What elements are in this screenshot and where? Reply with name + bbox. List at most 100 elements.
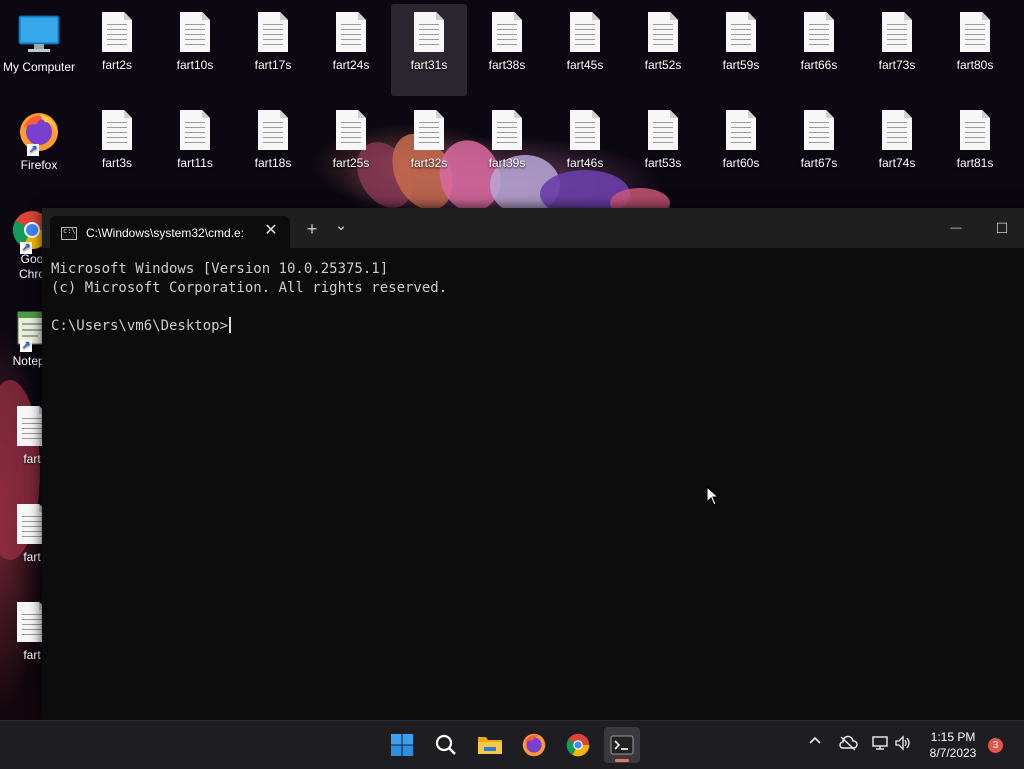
file-icon — [875, 108, 919, 152]
icon-label: fart — [23, 452, 41, 466]
console-line: (c) Microsoft Corporation. All rights re… — [51, 280, 448, 296]
chevron-up-icon — [809, 736, 821, 744]
desktop-file-icon[interactable]: fart18s — [235, 102, 311, 194]
new-tab-button[interactable]: + — [300, 218, 324, 240]
icon-label: Firefox — [20, 158, 58, 172]
icon-label: fart17s — [254, 58, 292, 72]
file-icon — [173, 10, 217, 54]
desktop-file-icon[interactable]: fart45s — [547, 4, 623, 96]
file-icon — [329, 10, 373, 54]
tab-close-button[interactable]: ✕ — [260, 220, 282, 242]
search-button[interactable] — [428, 727, 464, 763]
volume-button[interactable] — [894, 735, 912, 754]
icon-label: fart24s — [332, 58, 370, 72]
icon-label: fart18s — [254, 156, 292, 170]
start-button[interactable] — [384, 727, 420, 763]
desktop-file-icon[interactable]: fart80s — [937, 4, 1013, 96]
desktop-file-icon[interactable]: fart46s — [547, 102, 623, 194]
file-explorer-button[interactable] — [472, 727, 508, 763]
icon-label: fart32s — [410, 156, 448, 170]
desktop-file-icon[interactable]: fart60s — [703, 102, 779, 194]
desktop-file-icon[interactable]: fart25s — [313, 102, 389, 194]
firefox-shortcut[interactable]: ↗ Firefox — [1, 104, 77, 196]
text-cursor — [229, 317, 232, 333]
chrome-icon — [566, 733, 590, 757]
clock-date: 8/7/2023 — [929, 746, 977, 760]
icon-label: fart66s — [800, 58, 838, 72]
my-computer-shortcut[interactable]: My Computer — [1, 6, 77, 98]
file-icon — [719, 10, 763, 54]
desktop-file-icon[interactable]: fart39s — [469, 102, 545, 194]
icon-label: fart3s — [101, 156, 132, 170]
file-icon — [563, 108, 607, 152]
desktop-file-icon[interactable]: fart67s — [781, 102, 857, 194]
active-app-indicator — [615, 759, 629, 762]
file-icon — [251, 10, 295, 54]
file-icon — [953, 10, 997, 54]
file-icon — [485, 108, 529, 152]
terminal-taskbar-button[interactable] — [604, 727, 640, 763]
shortcut-arrow-icon: ↗ — [20, 340, 32, 352]
desktop-file-icon[interactable]: fart38s — [469, 4, 545, 96]
file-icon — [485, 10, 529, 54]
desktop-file-icon[interactable]: fart11s — [157, 102, 233, 194]
notification-badge[interactable]: 3 — [988, 738, 1003, 753]
network-button[interactable] — [871, 735, 889, 754]
icon-label: fart2s — [101, 58, 132, 72]
terminal-icon — [610, 735, 634, 755]
file-icon — [251, 108, 295, 152]
monitor-icon — [17, 12, 61, 56]
terminal-window[interactable]: C:\Windows\system32\cmd.e: ✕ + ⌄ — ☐ Mic… — [42, 208, 1024, 720]
desktop-file-icon[interactable]: fart2s — [79, 4, 155, 96]
desktop-file-icon[interactable]: fart81s — [937, 102, 1013, 194]
file-icon — [641, 10, 685, 54]
desktop-file-icon[interactable]: fart17s — [235, 4, 311, 96]
command-prompt[interactable]: C:\Users\vm6\Desktop> — [51, 318, 228, 334]
firefox-taskbar-button[interactable] — [516, 727, 552, 763]
tab-cmd[interactable]: C:\Windows\system32\cmd.e: ✕ — [50, 216, 290, 248]
icon-label: fart39s — [488, 156, 526, 170]
cloud-offline-icon — [839, 735, 858, 751]
mouse-pointer-icon — [706, 486, 720, 506]
shortcut-arrow-icon: ↗ — [20, 242, 32, 254]
desktop-file-icon[interactable]: fart32s — [391, 102, 467, 194]
console-output[interactable]: Microsoft Windows [Version 10.0.25375.1]… — [51, 260, 447, 336]
file-icon — [953, 108, 997, 152]
desktop-file-icon[interactable]: fart24s — [313, 4, 389, 96]
show-hidden-icons-button[interactable] — [808, 733, 822, 750]
desktop-file-icon[interactable]: fart73s — [859, 4, 935, 96]
shortcut-arrow-icon: ↗ — [27, 144, 39, 156]
icon-label: fart25s — [332, 156, 370, 170]
maximize-button[interactable]: ☐ — [984, 216, 1020, 240]
desktop-file-icon[interactable]: fart10s — [157, 4, 233, 96]
file-icon — [95, 10, 139, 54]
file-icon — [407, 10, 451, 54]
desktop-file-icon[interactable]: fart3s — [79, 102, 155, 194]
chrome-taskbar-button[interactable] — [560, 727, 596, 763]
desktop-file-icon[interactable]: fart74s — [859, 102, 935, 194]
firefox-icon — [522, 733, 546, 757]
windows-logo-icon — [391, 734, 413, 756]
icon-label: fart73s — [878, 58, 916, 72]
desktop-file-icon[interactable]: fart31s — [391, 4, 467, 96]
terminal-titlebar[interactable]: C:\Windows\system32\cmd.e: ✕ + ⌄ — ☐ — [42, 208, 1024, 248]
desktop-file-icon[interactable]: fart52s — [625, 4, 701, 96]
desktop-file-icon[interactable]: fart53s — [625, 102, 701, 194]
clock-button[interactable]: 1:15 PM 8/7/2023 — [920, 729, 986, 761]
icon-label: fart74s — [878, 156, 916, 170]
icon-label: fart10s — [176, 58, 214, 72]
speaker-icon — [895, 735, 910, 751]
desktop-file-icon[interactable]: fart59s — [703, 4, 779, 96]
icon-label: fart60s — [722, 156, 760, 170]
icon-label: fart67s — [800, 156, 838, 170]
file-icon — [563, 10, 607, 54]
folder-icon — [478, 737, 502, 754]
onedrive-status-button[interactable] — [838, 735, 858, 754]
file-icon — [875, 10, 919, 54]
search-icon — [435, 734, 456, 755]
tab-dropdown-button[interactable]: ⌄ — [330, 216, 352, 238]
minimize-button[interactable]: — — [938, 216, 974, 240]
tab-title: C:\Windows\system32\cmd.e: — [86, 226, 245, 240]
icon-label: fart31s — [410, 58, 448, 72]
desktop-file-icon[interactable]: fart66s — [781, 4, 857, 96]
